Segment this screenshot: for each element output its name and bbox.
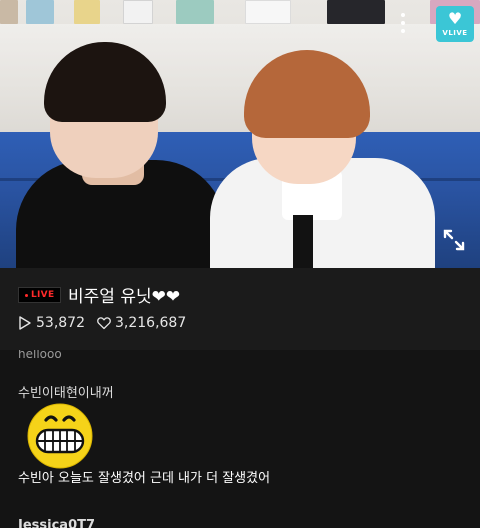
wall-poster — [327, 0, 385, 24]
heart-outline-icon[interactable] — [97, 316, 111, 330]
fullscreen-expand-icon[interactable] — [442, 228, 466, 252]
live-label: LIVE — [31, 290, 55, 300]
wall-poster — [74, 0, 100, 24]
live-dot-icon — [25, 293, 28, 297]
play-outline-icon — [18, 316, 32, 330]
wall-poster — [123, 0, 153, 24]
more-vertical-icon[interactable] — [392, 10, 414, 36]
vlive-logo-icon: ♥ VLIVE — [436, 6, 474, 42]
video-player[interactable]: ♥ VLIVE — [0, 0, 480, 268]
broadcast-info: LIVE 비주얼 유닛❤❤ 53,872 3,216,687 — [0, 268, 480, 350]
broadcast-title: 비주얼 유닛❤❤ — [68, 287, 181, 307]
chat-panel[interactable]: hellooo 수빈이태현이내꺼 수빈아 오늘도 잘생겼어 근데 내가 더 잘생… — [0, 350, 480, 528]
wall-poster — [245, 0, 291, 24]
live-badge: LIVE — [18, 287, 62, 303]
wall-poster — [26, 0, 54, 24]
play-count: 53,872 — [36, 315, 85, 331]
chat-previous-message: hellooo — [18, 350, 62, 361]
wall-poster — [0, 0, 18, 24]
like-count: 3,216,687 — [115, 315, 187, 331]
chat-username[interactable]: 수빈이태현이내꺼 — [18, 382, 114, 401]
chat-message-text: 수빈아 오늘도 잘생겼어 근데 내가 더 잘생겼어 — [18, 471, 271, 486]
person-right-tie — [293, 215, 313, 268]
broadcast-stats: 53,872 3,216,687 — [18, 315, 198, 331]
vlive-logo-mark: ♥ — [447, 9, 463, 28]
grinning-face-sticker — [26, 402, 94, 470]
wall-poster — [176, 0, 214, 24]
vlive-logo-text: VLIVE — [442, 29, 468, 37]
chat-next-username[interactable]: Jessica0T7 — [18, 518, 95, 528]
